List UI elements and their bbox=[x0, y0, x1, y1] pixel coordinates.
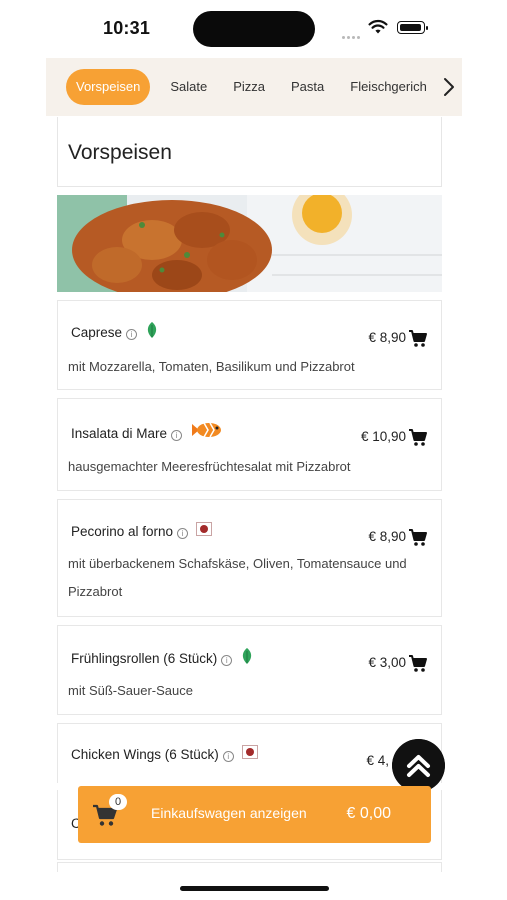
category-tabs: Vorspeisen Salate Pizza Pasta Fleischger… bbox=[66, 69, 453, 105]
section-title: Vorspeisen bbox=[68, 141, 172, 164]
menu-item[interactable]: Frühlingsrollen (6 Stück) i € 3,00 mit Sü… bbox=[57, 625, 442, 715]
category-tab-bar: Vorspeisen Salate Pizza Pasta Fleischger… bbox=[46, 58, 462, 116]
item-name: Caprese bbox=[71, 325, 123, 340]
battery-icon bbox=[397, 21, 428, 34]
allergen-badge-icon bbox=[241, 745, 258, 760]
cart-total: € 0,00 bbox=[346, 805, 391, 822]
home-indicator[interactable] bbox=[180, 886, 329, 891]
info-icon[interactable]: i bbox=[126, 329, 138, 340]
banner-image bbox=[57, 195, 442, 292]
item-name: Chicken Wings (6 Stück) bbox=[71, 747, 219, 762]
item-price: € 4, bbox=[366, 753, 389, 768]
view-cart-button[interactable]: 0 Einkaufswagen anzeigen € 0,00 bbox=[78, 786, 431, 843]
tab-pasta[interactable]: Pasta bbox=[291, 69, 324, 105]
add-to-cart-icon[interactable] bbox=[408, 655, 428, 673]
chevron-right-icon[interactable] bbox=[442, 77, 456, 97]
item-name-row: Chicken Wings (6 Stück) i bbox=[71, 745, 258, 762]
add-to-cart-icon[interactable] bbox=[408, 529, 428, 547]
menu-item[interactable]: Pecorino al forno i € 8,90 mit überbacken… bbox=[57, 499, 442, 617]
item-price: € 3,00 bbox=[368, 655, 406, 670]
add-to-cart-icon[interactable] bbox=[408, 330, 428, 348]
section-header: Vorspeisen bbox=[57, 117, 442, 187]
fish-icon bbox=[191, 423, 221, 438]
menu-item[interactable]: Caprese i € 8,90 mit Mozzarella, Tomaten,… bbox=[57, 300, 442, 390]
info-icon[interactable]: i bbox=[221, 655, 233, 666]
scroll-to-top-button[interactable] bbox=[392, 739, 445, 792]
item-name: Pecorino al forno bbox=[71, 524, 174, 539]
item-name-row: Frühlingsrollen (6 Stück) i bbox=[71, 648, 254, 666]
item-description: mit überbackenem Schafskäse, Oliven, Tom… bbox=[68, 556, 407, 599]
menu-item[interactable]: Chicken Wings (6 Stück) i € 4, bbox=[57, 723, 442, 783]
item-name: Frühlingsrollen (6 Stück) bbox=[71, 651, 218, 666]
menu-item[interactable]: Insalata di Mare i € 10,90 hausgemachter … bbox=[57, 398, 442, 491]
info-icon[interactable]: i bbox=[177, 528, 189, 539]
wifi-icon bbox=[368, 19, 388, 34]
item-name: Insalata di Mare bbox=[71, 426, 168, 441]
menu-item[interactable] bbox=[57, 862, 442, 872]
add-to-cart-icon[interactable] bbox=[408, 429, 428, 447]
cart-count-badge: 0 bbox=[109, 794, 127, 810]
info-icon[interactable]: i bbox=[222, 751, 234, 762]
vegetarian-leaf-icon bbox=[242, 648, 252, 665]
item-description: hausgemachter Meeresfrüchtesalat mit Piz… bbox=[68, 459, 351, 474]
info-icon[interactable]: i bbox=[171, 430, 183, 441]
item-name-row: Pecorino al forno i bbox=[71, 522, 212, 539]
tab-vorspeisen[interactable]: Vorspeisen bbox=[66, 69, 151, 105]
item-description: mit Mozzarella, Tomaten, Basilikum und P… bbox=[68, 359, 355, 374]
item-price: € 10,90 bbox=[360, 429, 406, 444]
item-price: € 8,90 bbox=[368, 529, 406, 544]
tab-salate[interactable]: Salate bbox=[170, 69, 207, 105]
item-name-row: Caprese i bbox=[71, 322, 159, 340]
tab-fleischgerichte[interactable]: Fleischgerich bbox=[350, 69, 427, 105]
cellular-signal-icon bbox=[342, 26, 362, 39]
item-description: mit Süß-Sauer-Sauce bbox=[68, 683, 193, 698]
status-bar: 10:31 bbox=[0, 0, 507, 58]
vegetarian-leaf-icon bbox=[147, 322, 156, 339]
tab-pizza[interactable]: Pizza bbox=[233, 69, 265, 105]
item-price: € 8,90 bbox=[368, 330, 406, 345]
allergen-badge-icon bbox=[195, 522, 212, 537]
item-name-row: Insalata di Mare i bbox=[71, 423, 224, 441]
status-time: 10:31 bbox=[103, 18, 151, 38]
dynamic-island bbox=[193, 11, 315, 47]
cart-label: Einkaufswagen anzeigen bbox=[151, 805, 307, 821]
